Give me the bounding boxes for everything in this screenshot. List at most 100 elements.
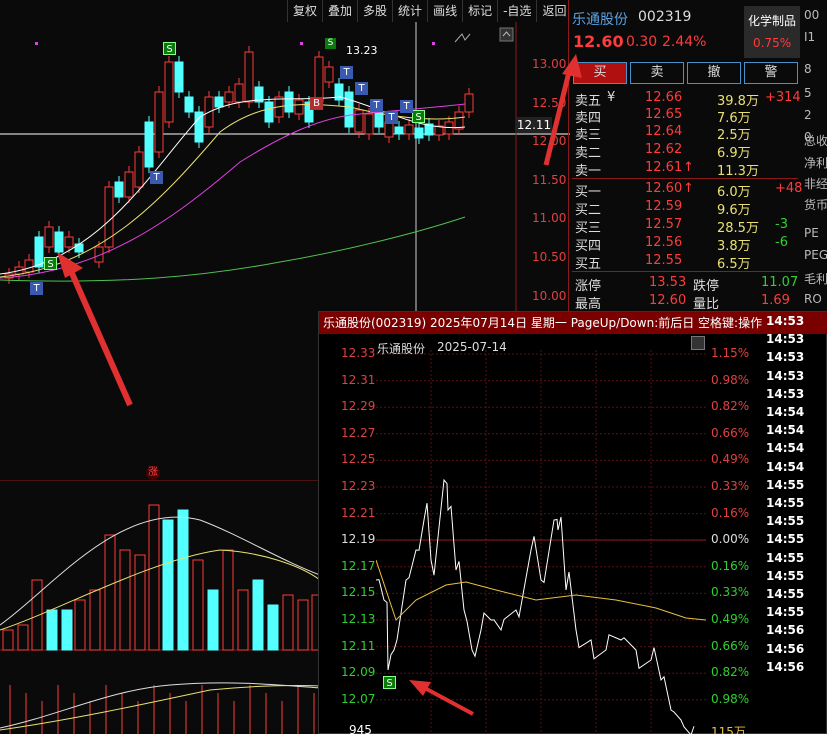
- order-book-bid-row[interactable]: 买二 12.59 9.6万: [575, 199, 797, 218]
- popup-s-marker[interactable]: S: [383, 676, 396, 689]
- popup-close-icon[interactable]: [691, 336, 705, 350]
- ask-volume: 11.3万: [717, 164, 759, 179]
- time-entry: 14:53: [766, 332, 805, 347]
- toolbar-fanhui[interactable]: 返回: [536, 0, 571, 22]
- candle-body: [124, 171, 134, 198]
- popup-price-label: 12.21: [341, 505, 376, 520]
- popup-price-label: 12.31: [341, 372, 376, 387]
- popup-price-label: 12.13: [341, 612, 376, 626]
- toolbar-biaoji[interactable]: 标记: [462, 0, 497, 22]
- time-entry: 14:55: [766, 605, 805, 620]
- volume-bar: [134, 554, 146, 651]
- order-book-ask-row[interactable]: 卖一 12.61 ↑ 11.3万: [575, 160, 797, 179]
- toolbar-duogu[interactable]: 多股: [357, 0, 392, 22]
- sidebar-item: PE: [804, 226, 819, 240]
- order-book-bid-row[interactable]: 买三 12.57 28.5万 -3: [575, 217, 797, 236]
- sell-marker-s[interactable]: S: [412, 110, 425, 123]
- t-marker[interactable]: T: [340, 66, 353, 79]
- cancel-button[interactable]: 撤: [687, 62, 741, 84]
- order-book-ask-row[interactable]: 卖三 12.64 2.5万: [575, 124, 797, 143]
- popup-price-label: 12.25: [341, 452, 376, 467]
- order-book-ask-row[interactable]: 卖二 12.62 6.9万: [575, 142, 797, 161]
- time-entry: 14:54: [766, 423, 805, 438]
- candle-body: [134, 151, 144, 188]
- time-entry: 14:56: [766, 659, 805, 674]
- candle-body: [54, 231, 64, 253]
- candle-body: [384, 121, 394, 138]
- bid-price: 12.55: [645, 253, 683, 268]
- bid-extra: +48: [775, 181, 803, 196]
- divider: [572, 271, 798, 272]
- time-entry: 14:55: [766, 514, 805, 529]
- order-book-ask-row[interactable]: 卖四 12.65 7.6万: [575, 107, 797, 126]
- candle-body: [464, 93, 474, 113]
- ask-extra: +314: [765, 90, 801, 105]
- t-marker[interactable]: T: [400, 100, 413, 113]
- popup-pct-label: 0.33%: [711, 479, 750, 493]
- b-marker[interactable]: B: [310, 97, 323, 110]
- toolbar-tongji[interactable]: 统计: [392, 0, 427, 22]
- intraday-grid: [376, 350, 706, 734]
- order-book-ask-row[interactable]: 卖五 ¥12.66 39.8万 +314: [575, 90, 801, 109]
- sell-button[interactable]: 卖: [630, 62, 684, 84]
- up-arrow-icon: ↑: [683, 181, 694, 196]
- sell-marker-s[interactable]: S: [325, 38, 336, 49]
- popup-pct-label: 1.15%: [711, 346, 750, 360]
- popup-price-label: 12.09: [341, 665, 376, 680]
- toolbar-zixuan[interactable]: -自选: [497, 0, 536, 22]
- popup-price-label: 12.07: [341, 691, 376, 706]
- sell-marker-s[interactable]: S: [163, 42, 176, 55]
- order-book-bid-row[interactable]: 买四 12.56 3.8万 -6: [575, 235, 797, 254]
- popup-price-label: 12.27: [341, 425, 376, 440]
- volume-bar: [104, 534, 116, 651]
- toolbar-fuquan[interactable]: 复权: [287, 0, 322, 22]
- stock-change: 0.30: [626, 34, 658, 50]
- candle-body: [404, 124, 414, 135]
- bid-price: 12.57: [645, 217, 683, 232]
- time-entry: 14:55: [766, 496, 805, 510]
- volume-bar: [162, 519, 174, 651]
- candle-body: [394, 126, 404, 135]
- alert-button[interactable]: 警: [744, 62, 798, 84]
- volume-bar: [222, 549, 234, 651]
- volume-bar: [61, 609, 73, 651]
- intraday-chart[interactable]: [376, 350, 706, 734]
- order-book-bid-row[interactable]: 买五 12.55 6.5万: [575, 253, 797, 272]
- time-entry: 14:55: [766, 550, 805, 565]
- sidebar-item: 货币: [804, 198, 827, 212]
- diamond-icon[interactable]: [454, 33, 471, 43]
- toolbar-diejia[interactable]: 叠加: [322, 0, 357, 22]
- t-marker[interactable]: T: [385, 111, 398, 124]
- candle-body: [294, 99, 304, 115]
- t-marker[interactable]: T: [30, 282, 43, 295]
- bid-label: 买五: [575, 257, 602, 272]
- order-book-bid-row[interactable]: 买一 12.60 ↑ 6.0万 +48: [575, 181, 802, 200]
- bid-label: 买一: [575, 185, 602, 200]
- t-marker[interactable]: T: [370, 99, 383, 112]
- stock-name: 乐通股份: [572, 12, 628, 28]
- volume-bar: [297, 599, 309, 651]
- popup-price-label: 12.23: [341, 479, 376, 493]
- popup-pct-label: 0.16%: [711, 558, 750, 573]
- scroll-up-icon[interactable]: [499, 27, 514, 42]
- t-marker[interactable]: T: [150, 171, 163, 184]
- sidebar-item: PEG: [804, 248, 827, 262]
- popup-pct-label: 0.66%: [711, 425, 750, 440]
- popup-price-label: 12.29: [341, 399, 376, 414]
- popup-pct-label: 0.82%: [711, 399, 750, 414]
- time-entry: 14:53: [766, 368, 805, 383]
- toolbar-huaxian[interactable]: 画线: [427, 0, 462, 22]
- sidebar-item: 8: [804, 62, 812, 76]
- intraday-popup[interactable]: 乐通股份(002319) 2025年07月14日 星期一 PageUp/Down…: [318, 311, 827, 734]
- sidebar-item: 2: [804, 108, 812, 122]
- stock-pct: 2.44%: [662, 34, 707, 50]
- trading-window: { "toolbar": {"items": ["复权","叠加","多股","…: [0, 0, 827, 734]
- stock-code: 002319: [638, 9, 692, 25]
- popup-pct-label: 0.00%: [711, 532, 750, 547]
- bid-price: 12.59: [645, 199, 683, 214]
- stat-value-1: 12.60: [649, 293, 687, 308]
- candle-body: [144, 121, 154, 168]
- candles-group: [4, 46, 474, 284]
- sector-pct: 0.75%: [753, 36, 792, 50]
- t-marker[interactable]: T: [355, 82, 368, 95]
